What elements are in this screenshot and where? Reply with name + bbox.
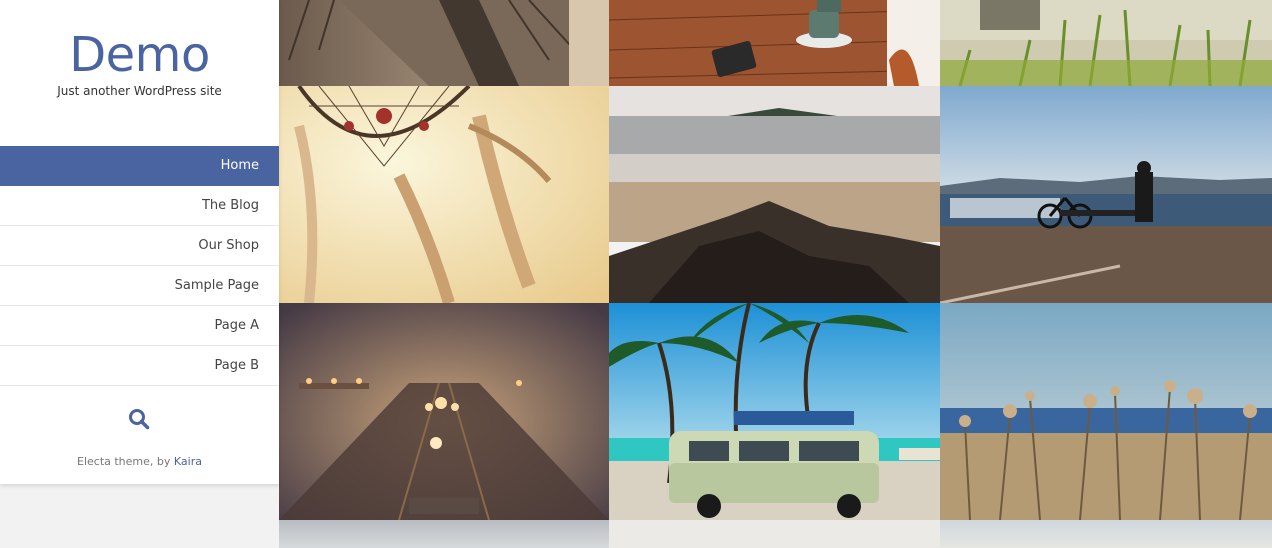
- menu-item-page-b[interactable]: Page B: [0, 346, 279, 386]
- gallery-tile-next-3[interactable]: [940, 520, 1272, 548]
- gallery-tile-coffee-table[interactable]: [609, 0, 940, 86]
- site-tagline: Just another WordPress site: [57, 84, 222, 98]
- menu-item-our-shop[interactable]: Our Shop: [0, 226, 279, 266]
- gallery-grid: [279, 0, 1272, 548]
- gallery-tile-next-2[interactable]: [609, 520, 940, 548]
- menu-item-the-blog[interactable]: The Blog: [0, 186, 279, 226]
- gallery-tile-man-bicycle-sea[interactable]: [940, 86, 1272, 303]
- gallery-tile-van-palms[interactable]: [609, 303, 940, 520]
- menu-item-page-a[interactable]: Page A: [0, 306, 279, 346]
- gallery-tile-foggy-railway[interactable]: [279, 303, 609, 520]
- gallery-tile-grass[interactable]: [940, 0, 1272, 86]
- credit-text: Electa theme, by: [77, 455, 174, 468]
- main-menu: Home The Blog Our Shop Sample Page Page …: [0, 146, 279, 386]
- menu-item-sample-page[interactable]: Sample Page: [0, 266, 279, 306]
- menu-item-home[interactable]: Home: [0, 146, 279, 186]
- gallery-tile-boardwalk[interactable]: [279, 0, 609, 86]
- gallery-tile-dreamcatcher[interactable]: [279, 86, 609, 303]
- site-title[interactable]: Demo: [0, 28, 279, 82]
- footer-credit: Electa theme, by Kaira: [0, 455, 279, 468]
- gallery-tile-dry-flowers-sea[interactable]: [940, 303, 1272, 520]
- sidebar: Demo Just another WordPress site Home Th…: [0, 0, 279, 484]
- search-icon[interactable]: [128, 408, 150, 430]
- credit-link[interactable]: Kaira: [174, 455, 202, 468]
- gallery-tile-beach-rocks[interactable]: [609, 86, 940, 303]
- gallery-tile-next-1[interactable]: [279, 520, 609, 548]
